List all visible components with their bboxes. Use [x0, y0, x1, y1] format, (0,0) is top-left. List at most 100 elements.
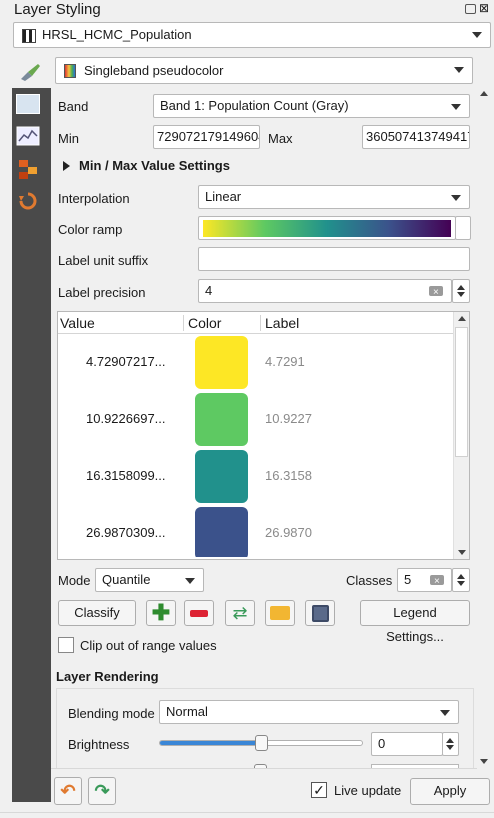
scroll-down-arrow-icon[interactable] [458, 550, 466, 555]
class-label: 26.9870 [265, 525, 312, 540]
brightness-stepper[interactable] [442, 732, 459, 756]
column-header-label[interactable]: Label [260, 315, 299, 331]
panel-scrollbar[interactable] [477, 88, 491, 768]
clear-icon[interactable] [430, 571, 444, 591]
folder-icon [270, 606, 290, 620]
renderer-type: Singleband pseudocolor [84, 63, 224, 78]
brightness-label: Brightness [68, 737, 130, 752]
symbology-icon[interactable] [16, 94, 40, 114]
interpolation-label: Interpolation [58, 191, 130, 206]
scrollbar-thumb[interactable] [455, 327, 468, 457]
label-suffix-input[interactable] [198, 247, 470, 271]
up-arrow-icon[interactable] [457, 574, 465, 579]
brightness-slider-fill [160, 741, 262, 745]
min-input[interactable]: 729072179149604 [153, 125, 260, 149]
class-label: 16.3158 [265, 468, 312, 483]
classes-spinbox[interactable]: 5 [397, 568, 452, 592]
chevron-down-icon [454, 67, 464, 73]
interpolation-select[interactable]: Linear [198, 185, 470, 209]
label-precision-spinbox[interactable]: 4 [198, 279, 452, 303]
label-precision-label: Label precision [58, 285, 146, 300]
history-icon[interactable] [16, 190, 40, 210]
plus-icon: ✚ [151, 600, 171, 625]
save-icon [311, 604, 329, 622]
renderer-select[interactable]: Singleband pseudocolor [55, 57, 473, 84]
legend-settings-button[interactable]: Legend Settings... [360, 600, 470, 644]
undo-button[interactable]: ↶ [54, 777, 82, 805]
class-value: 4.72907217... [86, 354, 166, 369]
class-color-swatch[interactable] [195, 393, 248, 446]
up-arrow-icon[interactable] [457, 285, 465, 290]
table-header: Value Color Label [58, 312, 453, 334]
table-row[interactable]: 26.9870309... 26.9870 [58, 505, 453, 557]
clear-icon[interactable] [429, 282, 443, 302]
classify-button[interactable]: Classify [58, 600, 136, 626]
bottom-edge [0, 812, 494, 818]
class-value: 16.3158099... [86, 468, 166, 483]
layer-select[interactable]: HRSL_HCMC_Population [13, 22, 491, 48]
color-ramp-dropdown[interactable] [455, 216, 471, 240]
max-input[interactable]: 360507413749417 [362, 125, 470, 149]
column-header-color[interactable]: Color [183, 315, 221, 331]
class-color-swatch[interactable] [195, 507, 248, 557]
scroll-down-arrow-icon[interactable] [480, 759, 488, 764]
label-precision-stepper[interactable] [452, 279, 470, 303]
classes-value: 5 [404, 572, 412, 587]
band-select[interactable]: Band 1: Population Count (Gray) [153, 94, 470, 118]
table-row[interactable]: 4.72907217... 4.7291 [58, 334, 453, 391]
load-button[interactable] [265, 600, 295, 626]
apply-button[interactable]: Apply [410, 778, 490, 805]
min-value: 729072179149604 [157, 129, 260, 144]
remove-class-button[interactable] [184, 600, 214, 626]
table-row[interactable]: 10.9226697... 10.9227 [58, 391, 453, 448]
brightness-slider-handle[interactable] [255, 735, 268, 751]
down-arrow-icon[interactable] [457, 292, 465, 297]
pseudocolor-icon [64, 64, 76, 78]
color-ramp-button[interactable] [198, 216, 456, 240]
band-label: Band [58, 99, 89, 114]
scroll-up-arrow-icon[interactable] [458, 316, 466, 321]
class-color-swatch[interactable] [195, 336, 248, 389]
label-suffix-label: Label unit suffix [58, 253, 149, 268]
table-row[interactable]: 16.3158099... 16.3158 [58, 448, 453, 505]
clip-checkbox[interactable] [58, 637, 74, 653]
class-color-swatch[interactable] [195, 450, 248, 503]
band-value: Band 1: Population Count (Gray) [160, 98, 349, 113]
undo-icon: ↶ [60, 780, 76, 801]
check-icon: ✓ [313, 782, 325, 798]
blending-mode-select[interactable]: Normal [159, 700, 459, 724]
mode-select[interactable]: Quantile [95, 568, 204, 592]
table-scrollbar[interactable] [453, 312, 469, 559]
redo-button[interactable]: ↷ [88, 777, 116, 805]
paint-brush-icon[interactable] [18, 62, 42, 82]
reverse-arrows-icon: ⇄ [232, 602, 248, 623]
redo-icon: ↷ [94, 780, 110, 801]
brightness-slider[interactable] [159, 735, 363, 751]
close-icon[interactable]: ⊠ [479, 1, 489, 15]
max-label: Max [268, 131, 293, 146]
export-button[interactable] [305, 600, 335, 626]
live-update-checkbox[interactable]: ✓ [311, 782, 327, 798]
up-arrow-icon[interactable] [446, 738, 454, 743]
add-class-button[interactable]: ✚ [146, 600, 176, 626]
column-header-value[interactable]: Value [60, 315, 95, 331]
scroll-up-arrow-icon[interactable] [480, 91, 488, 96]
reverse-colors-button[interactable]: ⇄ [225, 600, 255, 626]
down-arrow-icon[interactable] [457, 581, 465, 586]
min-label: Min [58, 131, 79, 146]
down-arrow-icon[interactable] [446, 745, 454, 750]
mode-value: Quantile [102, 572, 151, 587]
classes-stepper[interactable] [452, 568, 470, 592]
chevron-down-icon [440, 710, 450, 716]
transparency-icon[interactable] [16, 158, 40, 179]
chevron-down-icon [451, 195, 461, 201]
histogram-icon[interactable] [16, 126, 40, 146]
minmax-settings-toggle[interactable]: Min / Max Value Settings [79, 158, 230, 173]
expand-arrow-icon[interactable] [63, 161, 70, 171]
minus-icon [190, 609, 208, 617]
brightness-spinbox[interactable]: 0 [371, 732, 443, 756]
color-ramp-gradient [203, 220, 451, 237]
class-label: 10.9227 [265, 411, 312, 426]
float-icon[interactable] [465, 4, 476, 14]
chevron-down-icon [451, 104, 461, 110]
